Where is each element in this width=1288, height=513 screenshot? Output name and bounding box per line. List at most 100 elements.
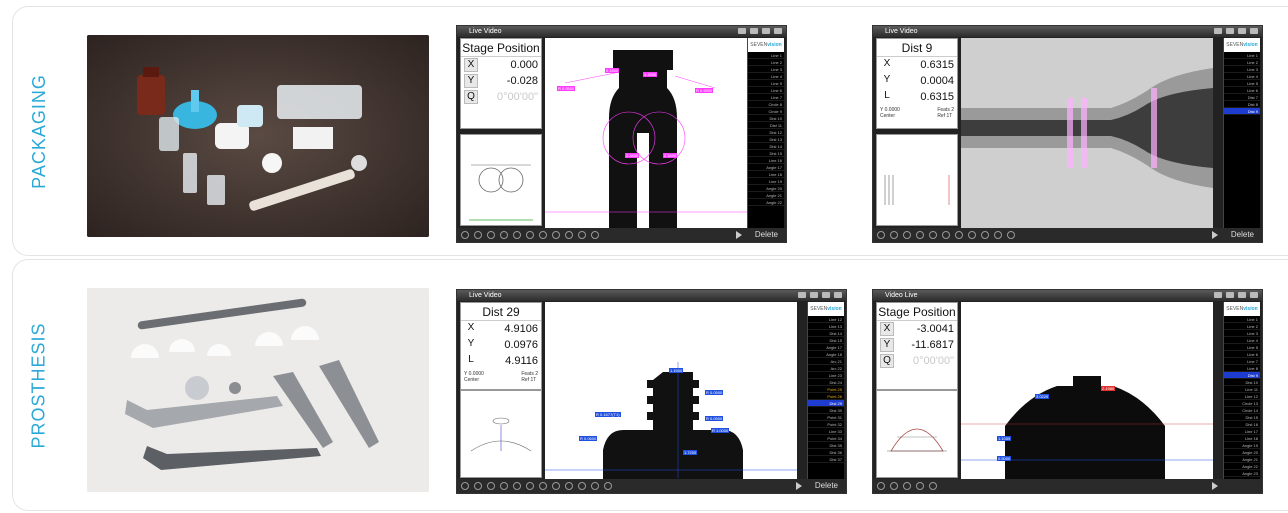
feature-list-item[interactable]: Point 34	[808, 435, 844, 442]
feature-list-item[interactable]: Dist 29	[808, 400, 844, 407]
feature-list-item[interactable]: Line 3	[748, 66, 784, 73]
y-axis-button[interactable]: Y	[464, 74, 478, 88]
feature-list-item[interactable]: Angle 20	[748, 185, 784, 192]
delete-button[interactable]: Delete	[815, 479, 838, 493]
feature-list-item[interactable]: Dist 14	[748, 143, 784, 150]
live-video-view[interactable]	[961, 38, 1213, 228]
feature-list-item[interactable]: Dist 37	[808, 456, 844, 463]
feature-items[interactable]: Line 12 Line 13 Dist 14 Dist 15 Angle 17 Angl…	[808, 316, 844, 463]
measure-tools[interactable]	[877, 231, 1015, 239]
feature-list-item[interactable]: Line 33	[808, 428, 844, 435]
feature-list-item[interactable]: Dist 15	[808, 337, 844, 344]
feature-list-item[interactable]: Circle 8	[748, 101, 784, 108]
feature-list-item[interactable]: Line 8	[1224, 365, 1260, 372]
feature-list-item[interactable]: Dist 7	[1224, 94, 1260, 101]
feature-list-item[interactable]: Line 1	[1224, 316, 1260, 323]
feature-list-item[interactable]: Point 25	[808, 386, 844, 393]
feature-list-item[interactable]: Line 5	[1224, 80, 1260, 87]
feature-list[interactable]: SEVENvision Line 1 Line 2 Line 3 Line 4 Line…	[1223, 302, 1260, 479]
feature-list-item[interactable]: Line 12	[1224, 393, 1260, 400]
feature-list-item[interactable]: Line 3	[1224, 330, 1260, 337]
measure-tools[interactable]	[461, 482, 612, 490]
live-video-view[interactable]: 5.1800 4.3300 R 0.9500 R 0.9500 2.3400 2…	[545, 38, 747, 228]
feature-list-item[interactable]: Line 6	[1224, 87, 1260, 94]
feature-list-item[interactable]: Angle 18	[808, 351, 844, 358]
feature-list-item[interactable]: Point 26	[808, 393, 844, 400]
feature-list-item[interactable]: Line 1	[748, 52, 784, 59]
feature-list-item[interactable]: Line 17	[1224, 428, 1260, 435]
feature-list-item[interactable]: Line 3	[1224, 66, 1260, 73]
feature-list-item[interactable]: Line 4	[748, 73, 784, 80]
feature-list-item[interactable]: Angle 22	[1224, 463, 1260, 470]
feature-list-item[interactable]: Line 2	[1224, 323, 1260, 330]
q-axis-button[interactable]: Q	[464, 90, 478, 104]
feature-list-item[interactable]: Angle 19	[1224, 442, 1260, 449]
feature-list-item[interactable]: Line 16	[748, 157, 784, 164]
feature-list-item[interactable]: Dist 10	[748, 115, 784, 122]
feature-list-item[interactable]: Line 19	[748, 178, 784, 185]
feature-list-item[interactable]: Angle 21	[748, 192, 784, 199]
feature-list-item[interactable]: Dist 35	[808, 442, 844, 449]
feature-list-item[interactable]: Dist 13	[748, 136, 784, 143]
delete-button[interactable]: Delete	[755, 228, 778, 242]
play-icon[interactable]	[1212, 482, 1218, 490]
feature-list-item[interactable]: Dist 10	[1224, 379, 1260, 386]
y-axis-button[interactable]: Y	[880, 338, 894, 352]
x-axis-button[interactable]: X	[880, 322, 894, 336]
feature-list-item[interactable]: Angle 17	[748, 164, 784, 171]
live-video-view[interactable]: 1.1500 R 0.0500 R 0.1677(T1) R 0.0500 R …	[545, 302, 797, 479]
feature-list-item[interactable]: Line 13	[808, 323, 844, 330]
feature-list-item[interactable]: Angle 21	[1224, 456, 1260, 463]
feature-list-item[interactable]: Point 31	[808, 414, 844, 421]
feature-list-item[interactable]: Line 7	[1224, 358, 1260, 365]
play-icon[interactable]	[1212, 231, 1218, 239]
feature-list-item[interactable]: Dist 9	[1224, 108, 1260, 115]
feature-list-item[interactable]: Angle 17	[808, 344, 844, 351]
feature-list-item[interactable]: Line 4	[1224, 337, 1260, 344]
feature-list-item[interactable]: Line 5	[748, 80, 784, 87]
feature-items[interactable]: Line 1 Line 2 Line 3 Line 4 Line 5 Line 6 Dist…	[1224, 52, 1260, 115]
feature-list[interactable]: SEVENvision Line 1 Line 2 Line 3 Line 4 Line…	[747, 38, 784, 228]
feature-list-item[interactable]: Dist 30	[808, 407, 844, 414]
feature-list-item[interactable]: Point 32	[808, 421, 844, 428]
feature-list-item[interactable]: Line 1	[1224, 52, 1260, 59]
feature-list-item[interactable]: Dist 15	[1224, 414, 1260, 421]
feature-list-item[interactable]: Line 12	[808, 316, 844, 323]
feature-list-item[interactable]: Dist 16	[1224, 421, 1260, 428]
feature-list-item[interactable]: Line 18	[748, 171, 784, 178]
delete-button[interactable]: Delete	[1231, 228, 1254, 242]
feature-list-item[interactable]: Line 4	[1224, 73, 1260, 80]
feature-list-item[interactable]: Line 18	[1224, 435, 1260, 442]
feature-list-item[interactable]: Angle 20	[1224, 449, 1260, 456]
play-icon[interactable]	[736, 231, 742, 239]
feature-list-item[interactable]: Line 2	[1224, 59, 1260, 66]
feature-list-item[interactable]: Dist 14	[808, 330, 844, 337]
play-icon[interactable]	[796, 482, 802, 490]
feature-list-item[interactable]: Dist 15	[748, 150, 784, 157]
feature-list-item[interactable]: Circle 13	[1224, 400, 1260, 407]
feature-list-item[interactable]: Arc 22	[808, 365, 844, 372]
feature-list-item[interactable]: Angle 22	[748, 199, 784, 206]
feature-list-item[interactable]: Dist 36	[808, 449, 844, 456]
feature-list[interactable]: SEVENvision Line 12 Line 13 Dist 14 Dist 15…	[807, 302, 844, 479]
feature-list-item[interactable]: Dist 8	[1224, 101, 1260, 108]
feature-list-item[interactable]: Line 6	[748, 87, 784, 94]
feature-list-item[interactable]: Dist 12	[748, 129, 784, 136]
feature-list-item[interactable]: Line 2	[748, 59, 784, 66]
feature-list-item[interactable]: Line 6	[1224, 351, 1260, 358]
feature-list-item[interactable]: Arc 21	[808, 358, 844, 365]
feature-list-item[interactable]: Line 23	[808, 372, 844, 379]
feature-list-item[interactable]: Dist 24	[808, 379, 844, 386]
feature-list-item[interactable]: Circle 14	[1224, 407, 1260, 414]
feature-list-item[interactable]: Dist 11	[748, 122, 784, 129]
feature-list-item[interactable]: Circle 9	[748, 108, 784, 115]
q-axis-button[interactable]: Q	[880, 354, 894, 368]
measure-tools[interactable]	[877, 482, 937, 490]
feature-list-item[interactable]: Line 5	[1224, 344, 1260, 351]
feature-items[interactable]: Line 1 Line 2 Line 3 Line 4 Line 5 Line 6 Line…	[748, 52, 784, 206]
feature-list-item[interactable]: Angle 23	[1224, 470, 1260, 477]
measure-tools[interactable]	[461, 231, 599, 239]
feature-list[interactable]: SEVENvision Line 1 Line 2 Line 3 Line 4 Line…	[1223, 38, 1260, 228]
feature-list-item[interactable]: Line 11	[1224, 386, 1260, 393]
feature-list-item[interactable]: Line 7	[748, 94, 784, 101]
